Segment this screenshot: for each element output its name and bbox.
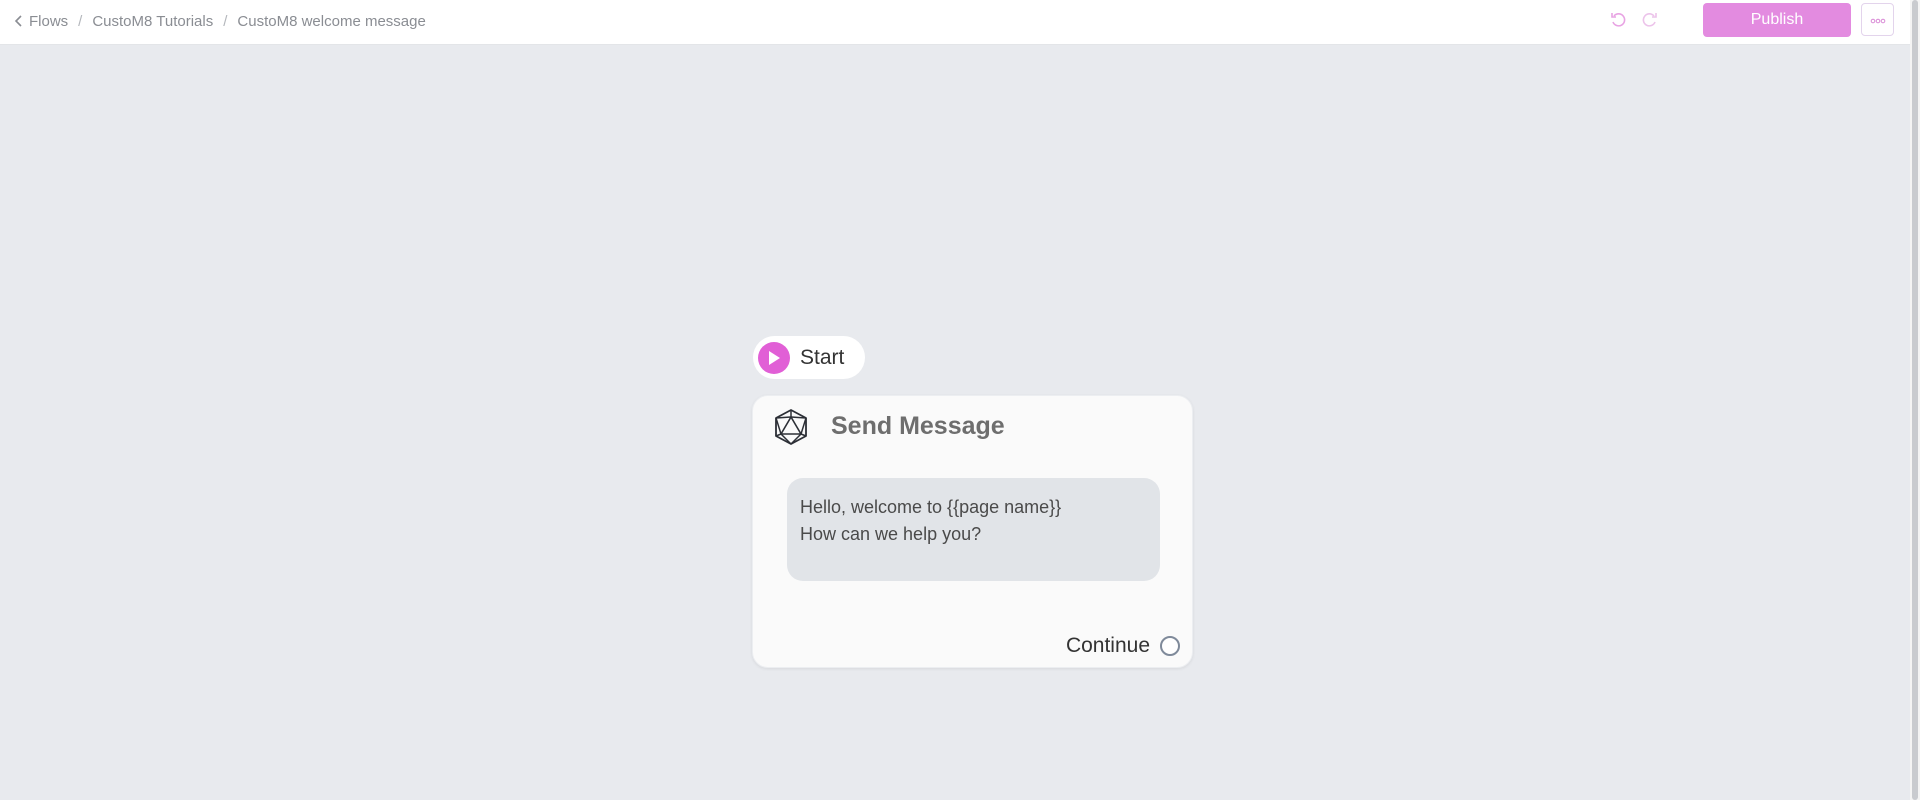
message-bubble[interactable]: Hello, welcome to {{page name}} How can … [787, 478, 1160, 581]
flow-canvas[interactable]: Start Send Message Hello, welcome to {{p… [0, 46, 1910, 800]
breadcrumb-separator: / [223, 12, 228, 30]
node-title: Send Message [831, 412, 1005, 440]
connection-handle[interactable] [1160, 636, 1180, 656]
message-line: How can we help you? [800, 524, 982, 544]
more-horizontal-icon [1870, 11, 1886, 29]
breadcrumb: Flows / CustoM8 Tutorials / CustoM8 welc… [14, 11, 426, 31]
continue-label: Continue [1065, 634, 1150, 657]
breadcrumb-separator: / [78, 12, 83, 30]
chevron-left-icon[interactable] [14, 14, 24, 28]
continue-output: Continue [1066, 634, 1180, 658]
start-node[interactable]: Start [753, 336, 865, 379]
breadcrumb-current-flow: CustoM8 welcome message [237, 12, 426, 30]
breadcrumb-flows[interactable]: Flows [29, 13, 68, 30]
publish-button[interactable]: Publish [1703, 3, 1851, 37]
play-icon [758, 341, 790, 374]
breadcrumb-folder[interactable]: CustoM8 Tutorials [92, 13, 213, 30]
scrollbar-thumb[interactable] [1912, 0, 1918, 800]
top-bar: Flows / CustoM8 Tutorials / CustoM8 welc… [0, 0, 1910, 45]
send-message-node[interactable]: Send Message Hello, welcome to {{page na… [752, 395, 1193, 668]
message-line: Hello, welcome to {{page name}} [800, 497, 1062, 517]
vertical-scrollbar[interactable] [1910, 0, 1920, 800]
icosahedron-icon [773, 408, 809, 446]
redo-icon[interactable] [1641, 11, 1659, 29]
more-options-button[interactable] [1861, 3, 1894, 36]
undo-icon[interactable] [1609, 11, 1627, 29]
start-node-label: Start [800, 345, 845, 369]
